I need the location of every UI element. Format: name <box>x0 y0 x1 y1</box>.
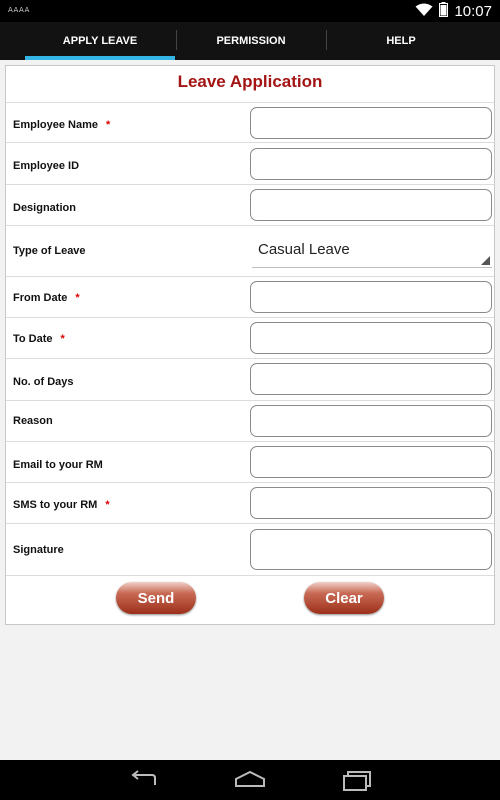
status-icons: 10:07 <box>415 1 492 21</box>
email-rm-label: Email to your RM <box>13 459 103 471</box>
notification-icon: AAAA <box>8 6 30 14</box>
designation-input[interactable] <box>250 189 492 221</box>
clock: 10:07 <box>454 2 492 20</box>
tab-permission[interactable]: PERMISSION <box>176 22 326 60</box>
required-marker: * <box>60 333 65 345</box>
sms-rm-label: SMS to your RM * <box>13 499 110 511</box>
from-date-label: From Date * <box>13 292 80 304</box>
battery-icon <box>439 1 449 21</box>
navigation-bar <box>0 760 500 800</box>
required-marker: * <box>105 119 111 131</box>
reason-row: Reason <box>6 400 494 441</box>
employee-name-input[interactable] <box>250 107 492 139</box>
tab-bar: APPLY LEAVE PERMISSION HELP <box>0 22 500 60</box>
reason-input[interactable] <box>250 405 492 437</box>
employee-name-row: Employee Name * <box>6 102 494 142</box>
recent-apps-icon[interactable] <box>340 768 372 792</box>
type-of-leave-row: Type of Leave Casual Leave <box>6 225 494 276</box>
status-bar: AAAA 10:07 <box>0 0 500 22</box>
from-date-row: From Date * <box>6 276 494 317</box>
required-marker: * <box>75 292 80 304</box>
to-date-row: To Date * <box>6 317 494 358</box>
tab-help[interactable]: HELP <box>326 22 476 60</box>
type-of-leave-dropdown[interactable]: Casual Leave <box>252 234 492 268</box>
employee-id-label: Employee ID <box>13 160 80 172</box>
home-icon[interactable] <box>234 768 266 792</box>
employee-name-label: Employee Name * <box>13 119 111 131</box>
employee-id-input[interactable] <box>250 148 492 180</box>
type-of-leave-label: Type of Leave <box>13 245 86 257</box>
sms-rm-input[interactable] <box>250 487 492 519</box>
to-date-input[interactable] <box>250 322 492 354</box>
reason-label: Reason <box>13 415 53 427</box>
signature-input[interactable] <box>250 529 492 570</box>
wifi-icon <box>415 2 433 21</box>
to-date-label: To Date * <box>13 333 65 345</box>
no-of-days-input[interactable] <box>250 363 492 395</box>
no-of-days-row: No. of Days <box>6 358 494 400</box>
send-button[interactable]: Send <box>116 582 196 614</box>
designation-label: Designation <box>13 202 76 214</box>
clear-button[interactable]: Clear <box>304 582 384 614</box>
sms-rm-row: SMS to your RM * <box>6 482 494 523</box>
tab-apply-leave[interactable]: APPLY LEAVE <box>25 22 175 60</box>
from-date-input[interactable] <box>250 281 492 313</box>
email-rm-row: Email to your RM <box>6 441 494 482</box>
form-title: Leave Application <box>177 72 323 91</box>
no-of-days-label: No. of Days <box>13 376 74 388</box>
leave-application-form: Leave Application Employee Name * Employe… <box>5 65 495 625</box>
tab-selected-indicator <box>25 56 175 60</box>
signature-row: Signature <box>6 523 494 575</box>
signature-label: Signature <box>13 544 64 556</box>
dropdown-arrow-icon <box>481 256 490 265</box>
designation-row: Designation <box>6 184 494 225</box>
required-marker: * <box>105 499 110 511</box>
employee-id-row: Employee ID <box>6 142 494 184</box>
email-rm-input[interactable] <box>250 446 492 478</box>
back-icon[interactable] <box>128 768 160 792</box>
type-of-leave-value: Casual Leave <box>258 241 350 258</box>
form-actions: Send Clear <box>6 575 494 624</box>
